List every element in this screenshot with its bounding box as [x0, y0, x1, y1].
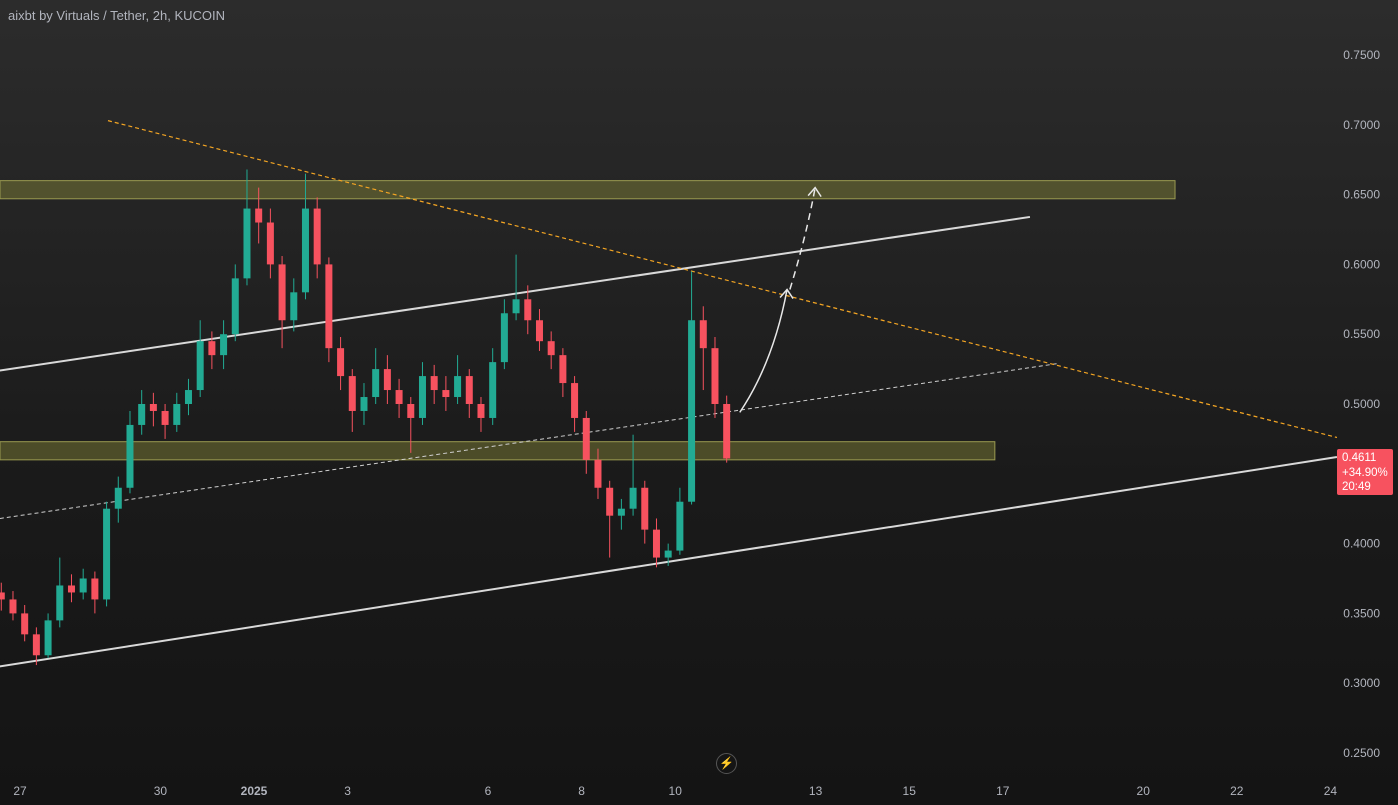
price-tick: 0.3500: [1343, 606, 1380, 620]
candle-body: [79, 578, 87, 593]
candle-body: [196, 341, 204, 391]
candle-body: [711, 348, 719, 404]
candle-body: [442, 390, 450, 398]
candle-body: [173, 404, 181, 425]
candle-body: [699, 320, 707, 349]
candle-body: [418, 376, 426, 418]
candle-body: [266, 222, 274, 265]
candle-body: [571, 383, 579, 418]
candle-body: [664, 550, 672, 558]
last-price-label: 0.4611 +34.90% 20:49: [1337, 449, 1393, 495]
candle-body: [652, 529, 660, 558]
candle-body: [407, 404, 415, 418]
candle-body: [91, 578, 99, 600]
price-tick: 0.5000: [1343, 397, 1380, 411]
candle-body: [559, 355, 567, 384]
price-tick: 0.7000: [1343, 118, 1380, 132]
candle-body: [360, 397, 368, 411]
candle-body: [535, 320, 543, 342]
price-chart[interactable]: 0.7500 0.7000 0.6500 0.6000 0.5500 0.5000 0.40…: [0, 0, 1398, 805]
candle-body: [582, 417, 590, 460]
price-change: +34.90%: [1342, 466, 1388, 479]
candle-body: [231, 278, 239, 335]
time-tick: 27: [13, 784, 27, 798]
candle-body: [723, 404, 731, 459]
candle-body: [126, 424, 134, 488]
candle-body: [500, 313, 508, 363]
candle-body: [278, 264, 286, 321]
time-tick: 24: [1324, 784, 1338, 798]
time-tick: 2025: [241, 784, 268, 798]
zone-1: [0, 441, 996, 461]
zone-0: [0, 180, 1176, 200]
candle-body: [208, 341, 216, 356]
candle-body: [524, 299, 532, 321]
candle-body: [617, 508, 625, 516]
time-tick: 17: [996, 784, 1010, 798]
candle-body: [103, 508, 111, 600]
candle-body: [372, 369, 380, 398]
last-price: 0.4611: [1342, 452, 1377, 464]
candle-body: [149, 404, 157, 411]
lightning-icon[interactable]: ⚡: [716, 753, 737, 774]
candle-body: [138, 404, 146, 425]
candle-body: [21, 613, 29, 635]
candle-body: [67, 585, 75, 593]
time-tick: 15: [903, 784, 917, 798]
candle-body: [325, 264, 333, 349]
candle-body: [161, 410, 169, 425]
candle-body: [32, 634, 40, 656]
price-tick: 0.3000: [1343, 676, 1380, 690]
candle-body: [348, 376, 356, 411]
candle-body: [0, 592, 5, 600]
price-tick: 0.2500: [1343, 746, 1380, 760]
price-tick: 0.7500: [1343, 48, 1380, 62]
candle-body: [337, 348, 345, 377]
time-tick: 10: [669, 784, 683, 798]
candle-body: [301, 208, 309, 293]
candle-body: [255, 208, 263, 223]
candle-body: [477, 404, 485, 418]
candle-body: [489, 362, 497, 418]
candle-body: [56, 585, 64, 621]
candle-body: [44, 620, 52, 656]
time-tick: 13: [809, 784, 823, 798]
candle-body: [676, 501, 684, 551]
candle-body: [454, 376, 462, 398]
chart-title: aixbt by Virtuals / Tether, 2h, KUCOIN: [8, 8, 226, 23]
candle-body: [313, 208, 321, 265]
price-tick: 0.6500: [1343, 188, 1380, 202]
candle-body: [395, 390, 403, 404]
candle-body: [184, 390, 192, 404]
candle-body: [243, 208, 251, 279]
candle-body: [290, 292, 298, 321]
candle-body: [9, 599, 17, 614]
candle-body: [606, 487, 614, 516]
candle-body: [594, 459, 602, 488]
candle-body: [641, 487, 649, 530]
candle-body: [114, 487, 122, 509]
time-tick: 30: [154, 784, 168, 798]
candle-body: [547, 341, 555, 356]
candle-body: [465, 376, 473, 404]
price-tick: 0.5500: [1343, 327, 1380, 341]
price-tick: 0.6000: [1343, 257, 1380, 271]
time-tick: 8: [578, 784, 585, 798]
time-tick: 6: [485, 784, 492, 798]
candle-body: [688, 320, 696, 502]
price-tick: 0.4000: [1343, 537, 1380, 551]
time-tick: 22: [1230, 784, 1244, 798]
time-tick: 3: [344, 784, 351, 798]
candle-body: [383, 369, 391, 391]
chart-background: [0, 0, 1398, 805]
candle-body: [629, 487, 637, 509]
bar-countdown: 20:49: [1342, 481, 1371, 493]
candle-body: [512, 299, 520, 314]
candle-body: [220, 334, 228, 356]
candle-body: [430, 376, 438, 391]
time-tick: 20: [1137, 784, 1151, 798]
